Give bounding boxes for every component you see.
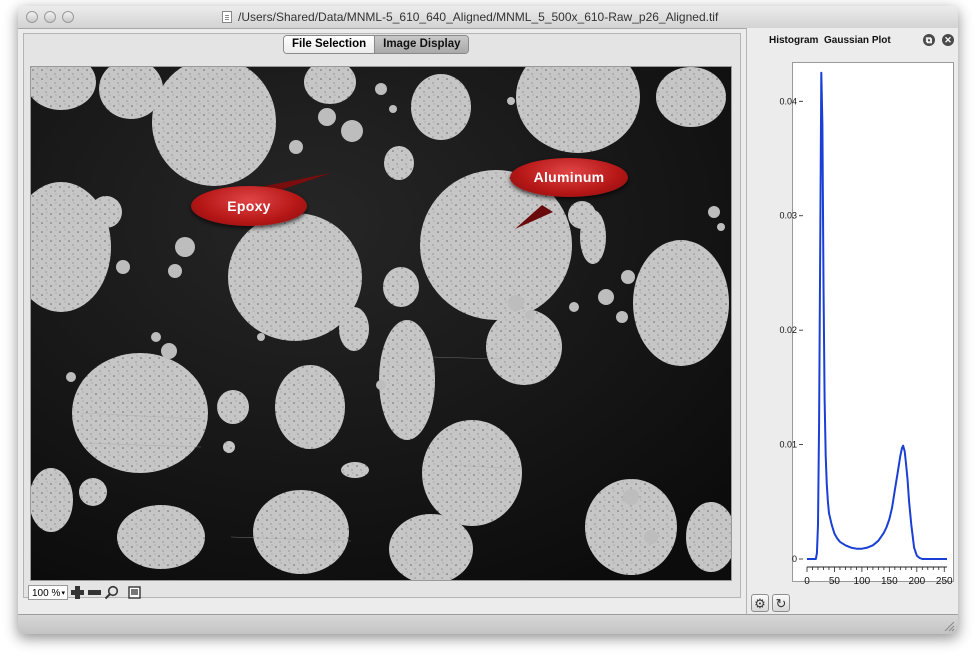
zoom-window-button[interactable]	[62, 11, 74, 23]
micrograph-image[interactable]: Epoxy Aluminum	[30, 66, 732, 581]
histogram-toolbar: ⚙ ↻	[751, 594, 790, 612]
fit-window-icon[interactable]	[127, 585, 142, 600]
y-tick-label: 0	[792, 554, 797, 564]
histogram-panel: Histogram Gaussian Plot ⧉ ✕ 0 50 100 150 200…	[746, 28, 958, 614]
title-bar: /Users/Shared/Data/MNML-5_610_640_Aligne…	[18, 6, 958, 29]
dropdown-arrow-icon: ▾	[61, 589, 65, 597]
detach-icon[interactable]: ⧉	[923, 34, 935, 46]
zoom-toolbar: 100 % ▾	[28, 583, 142, 601]
y-tick-label: 0.01	[779, 440, 797, 450]
zoom-level-select[interactable]: 100 % ▾	[28, 584, 68, 600]
window-title: /Users/Shared/Data/MNML-5_610_640_Aligne…	[238, 10, 719, 24]
x-tick-label: 100	[854, 576, 871, 587]
tab-image-display[interactable]: Image Display	[375, 36, 469, 53]
y-tick-label: 0.04	[779, 96, 797, 106]
status-bar	[18, 614, 958, 634]
document-icon	[222, 11, 232, 23]
histogram-tab[interactable]: Histogram	[769, 35, 818, 46]
histogram-panel-header: Histogram Gaussian Plot ⧉ ✕	[747, 28, 958, 52]
zoom-in-icon[interactable]	[70, 585, 85, 600]
app-window: /Users/Shared/Data/MNML-5_610_640_Aligne…	[18, 6, 958, 634]
epoxy-callout: Epoxy	[191, 186, 307, 226]
x-tick-label: 150	[881, 576, 898, 587]
aluminum-callout: Aluminum	[510, 158, 628, 197]
zoom-out-icon[interactable]	[87, 585, 102, 600]
histogram-series-line	[807, 71, 947, 560]
y-tick-label: 0.03	[779, 211, 797, 221]
panel-title: Histogram Gaussian Plot	[769, 35, 891, 46]
micrograph-picture	[31, 67, 731, 580]
histogram-chart: 0 50 100 150 200 250 0 0.01 0.02 0.03 0.04	[779, 71, 953, 587]
x-tick-label: 200	[908, 576, 925, 587]
refresh-icon[interactable]: ↻	[772, 594, 790, 612]
magnifier-icon[interactable]	[104, 585, 119, 600]
view-tabs: File Selection Image Display	[283, 35, 470, 54]
x-tick-label: 250	[936, 576, 953, 587]
zoom-level-value: 100 %	[32, 587, 61, 599]
close-window-button[interactable]	[26, 11, 38, 23]
resize-grip-icon[interactable]	[944, 621, 955, 632]
gear-icon[interactable]: ⚙	[751, 594, 769, 612]
close-icon[interactable]: ✕	[942, 34, 954, 46]
minimize-window-button[interactable]	[44, 11, 56, 23]
y-tick-label: 0.02	[779, 325, 797, 335]
x-tick-label: 0	[804, 576, 810, 587]
x-tick-label: 50	[829, 576, 841, 587]
tab-file-selection[interactable]: File Selection	[284, 36, 376, 53]
gaussian-plot-tab[interactable]: Gaussian Plot	[824, 35, 891, 46]
